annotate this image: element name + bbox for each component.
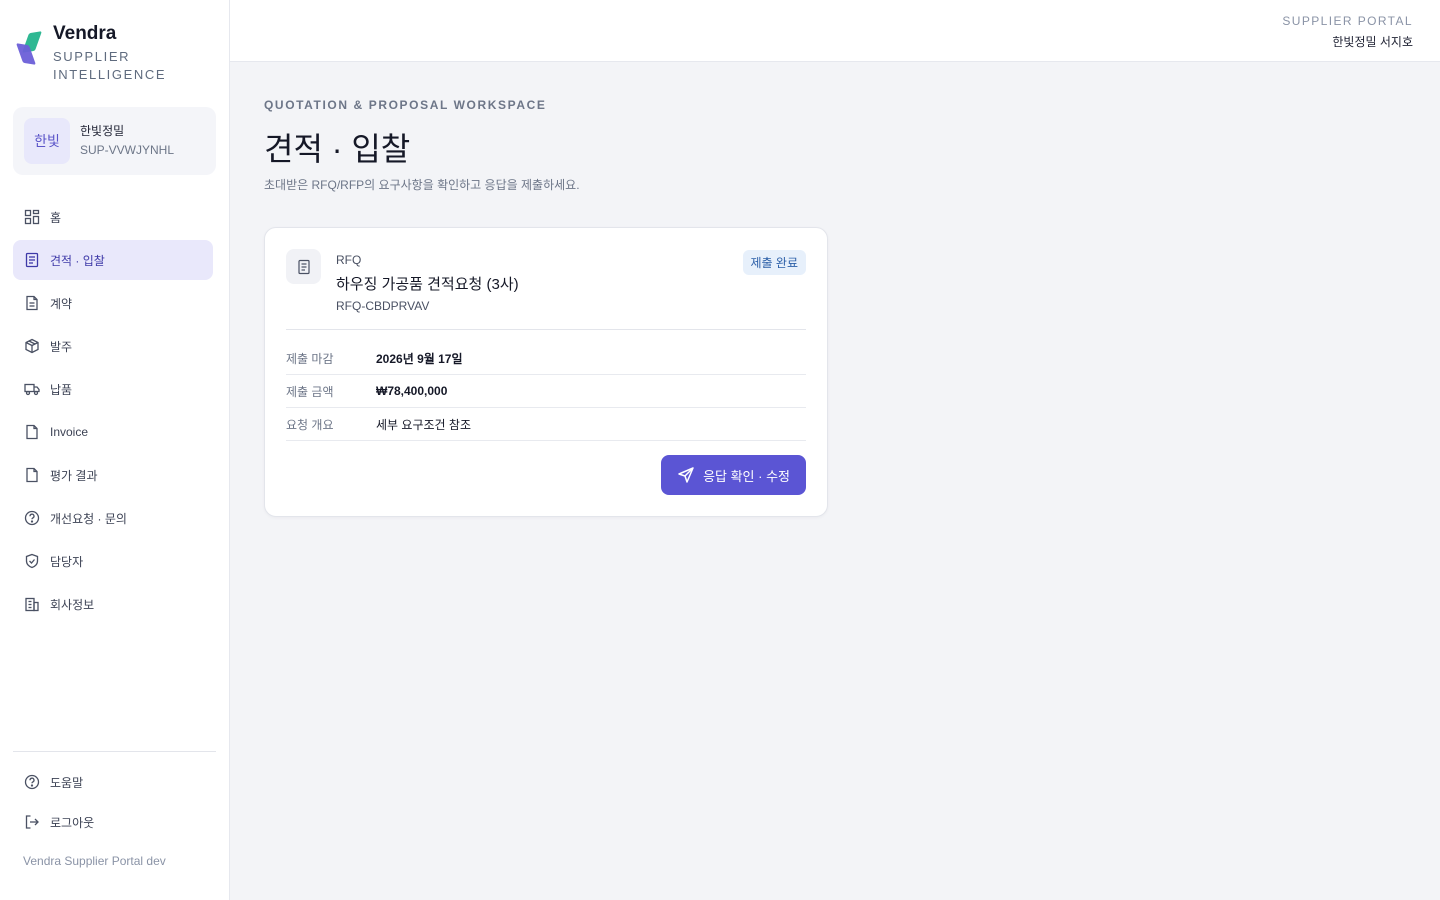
brand-name: Vendra [53,23,117,44]
sidebar-item-label: 평가 결과 [50,468,98,483]
detail-row-summary: 요청 개요 세부 요구조건 참조 [286,408,806,441]
detail-label: 제출 마감 [286,351,334,366]
rfq-type: RFQ [336,253,362,267]
sidebar-footer-nav: 도움말 로그아웃 [13,762,213,842]
sidebar-item-order[interactable]: 발주 [13,326,213,366]
package-icon [25,338,39,354]
review-response-button[interactable]: 응답 확인 · 수정 [661,455,806,495]
sidebar-item-contract[interactable]: 계약 [13,283,213,323]
status-badge: 제출 완료 [742,250,806,275]
account-company: 한빛정밀 [80,124,125,138]
sidebar-item-company[interactable]: 회사정보 [13,584,213,624]
sidebar-item-label: 개선요청 · 문의 [50,511,127,526]
truck-icon [24,383,40,396]
logout-icon [25,815,39,829]
sidebar-divider [13,751,216,752]
sidebar-item-label: Invoice [50,425,89,439]
detail-value: ₩78,400,000 [376,384,448,398]
vendra-logo-icon [16,30,48,70]
detail-value: 세부 요구조건 참조 [376,417,471,432]
document-icon [286,249,321,284]
account-code: SUP-VVWJYNHL [80,143,175,157]
sidebar-item-evaluation[interactable]: 평가 결과 [13,455,213,495]
sidebar-item-label: 발주 [50,339,73,354]
sidebar-item-label: 납품 [50,382,73,397]
contract-icon [26,295,38,311]
send-icon [678,467,694,483]
rfq-card: RFQ 하우징 가공품 견적요청 (3사) RFQ-CBDPRVAV 제출 완료… [264,227,828,517]
version-label: Vendra Supplier Portal dev [23,854,166,868]
detail-row-deadline: 제출 마감 2026년 9월 17일 [286,342,806,375]
rfq-details: 제출 마감 2026년 9월 17일 제출 금액 ₩78,400,000 요청 … [286,342,806,441]
page-description: 초대받은 RFQ/RFP의 요구사항을 확인하고 응답을 제출하세요. [264,178,580,192]
page-eyebrow: QUOTATION & PROPOSAL WORKSPACE [264,98,547,112]
sidebar-item-label: 계약 [50,296,73,311]
current-user[interactable]: 한빛정밀 서지호 [1332,33,1413,50]
sidebar-item-label: 회사정보 [50,597,95,612]
detail-value: 2026년 9월 17일 [376,351,463,366]
sidebar-item-invoice[interactable]: Invoice [13,412,213,452]
rfq-title: 하우징 가공품 견적요청 (3사) [336,276,519,293]
sidebar-item-label: 담당자 [50,554,84,569]
sidebar-item-label: 도움말 [50,775,84,790]
shield-icon [25,553,39,569]
sidebar-item-delivery[interactable]: 납품 [13,369,213,409]
sidebar: Vendra SUPPLIER INTELLIGENCE 한빛 한빛정밀 SUP… [0,0,230,900]
question-circle-icon [24,510,40,526]
sidebar-item-label: 로그아웃 [50,815,95,830]
portal-label: SUPPLIER PORTAL [1282,14,1413,28]
page-title: 견적 · 입찰 [264,131,411,167]
brand[interactable]: Vendra SUPPLIER INTELLIGENCE [16,22,173,84]
sidebar-item-inquiry[interactable]: 개선요청 · 문의 [13,498,213,538]
account-card[interactable]: 한빛 한빛정밀 SUP-VVWJYNHL [13,107,216,175]
detail-row-amount: 제출 금액 ₩78,400,000 [286,375,806,408]
sidebar-item-label: 홈 [50,210,62,225]
grid-icon [24,209,40,225]
sidebar-item-contacts[interactable]: 담당자 [13,541,213,581]
sidebar-item-home[interactable]: 홈 [13,197,213,237]
sidebar-item-label: 견적 · 입찰 [50,253,105,268]
sidebar-nav: 홈 견적 · 입찰 계약 발주 납품 Invoice 평가 결과 개선요청 · [13,197,213,627]
topbar: SUPPLIER PORTAL 한빛정밀 서지호 [230,0,1440,62]
card-divider [286,329,806,330]
file-icon [26,467,38,483]
brand-subtitle: SUPPLIER INTELLIGENCE [53,49,167,82]
detail-label: 제출 금액 [286,384,334,399]
sidebar-item-quotation[interactable]: 견적 · 입찰 [13,240,213,280]
file-icon [26,424,38,440]
sidebar-item-logout[interactable]: 로그아웃 [13,802,213,842]
building-icon [25,597,39,612]
rfq-code: RFQ-CBDPRVAV [336,299,430,313]
sidebar-item-help[interactable]: 도움말 [13,762,213,802]
detail-label: 요청 개요 [286,417,334,432]
question-circle-icon [24,774,40,790]
document-list-icon [25,252,39,268]
review-response-label: 응답 확인 · 수정 [703,468,790,484]
avatar: 한빛 [24,118,70,164]
